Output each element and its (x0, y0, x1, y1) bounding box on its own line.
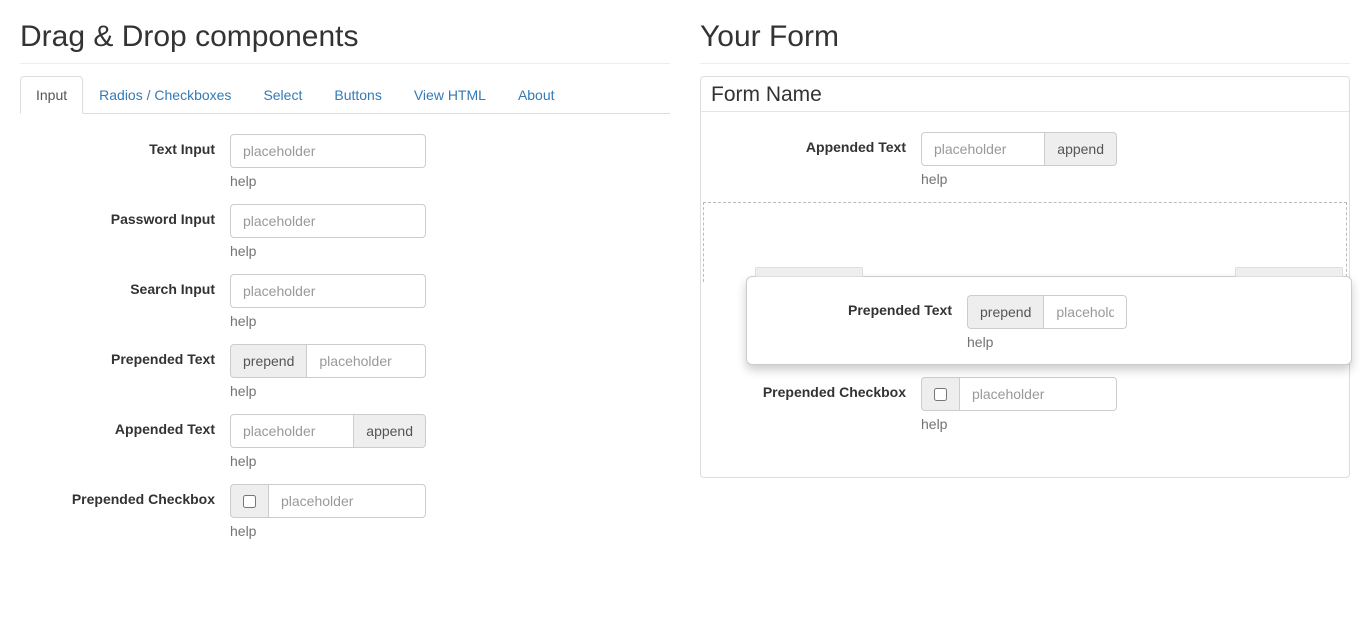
form-prechk-help: help (921, 416, 1339, 432)
prepended-checkbox-box[interactable] (243, 495, 256, 508)
search-input-help: help (230, 313, 670, 329)
form-field-prepended-checkbox[interactable]: Prepended Checkbox help (701, 377, 1349, 432)
dragging-prepended-text[interactable]: Prepended Text prepend help (746, 276, 1352, 365)
component-prepended-text[interactable]: Prepended Text prepend help (20, 344, 670, 399)
text-input-field[interactable] (230, 134, 426, 168)
form-appended-text-help: help (921, 171, 1339, 187)
password-input-field[interactable] (230, 204, 426, 238)
prepended-checkbox-addon (230, 484, 268, 518)
dragging-prepended-field[interactable] (1043, 295, 1127, 329)
form-appended-text-field[interactable] (921, 132, 1045, 166)
form-appended-text-label: Appended Text (711, 132, 921, 187)
appended-text-help: help (230, 453, 670, 469)
appended-text-field[interactable] (230, 414, 354, 448)
tab-radios[interactable]: Radios / Checkboxes (83, 76, 247, 114)
prepended-checkbox-label: Prepended Checkbox (20, 484, 230, 539)
form-drop-target[interactable]: Form Name Appended Text append help Prep… (700, 76, 1350, 478)
form-prechk-label: Prepended Checkbox (711, 377, 921, 432)
search-input-label: Search Input (20, 274, 230, 329)
tab-about[interactable]: About (502, 76, 571, 114)
component-appended-text[interactable]: Appended Text append help (20, 414, 670, 469)
dragging-prepended-addon: prepend (967, 295, 1043, 329)
component-tabs: Input Radios / Checkboxes Select Buttons… (20, 76, 670, 114)
component-password-input[interactable]: Password Input help (20, 204, 670, 259)
components-title: Drag & Drop components (20, 20, 670, 64)
dragging-prepended-help: help (967, 334, 1341, 350)
your-form-title: Your Form (700, 20, 1350, 64)
dragging-prepended-label: Prepended Text (757, 295, 967, 350)
appended-text-label: Appended Text (20, 414, 230, 469)
text-input-help: help (230, 173, 670, 189)
prepended-text-label: Prepended Text (20, 344, 230, 399)
tab-buttons[interactable]: Buttons (318, 76, 397, 114)
search-input-field[interactable] (230, 274, 426, 308)
prepended-text-field[interactable] (306, 344, 426, 378)
tab-viewhtml[interactable]: View HTML (398, 76, 502, 114)
form-prechk-addon (921, 377, 959, 411)
form-name-legend[interactable]: Form Name (701, 77, 1349, 112)
component-prepended-checkbox[interactable]: Prepended Checkbox help (20, 484, 670, 539)
password-input-help: help (230, 243, 670, 259)
form-field-appended-text[interactable]: Appended Text append help (701, 132, 1349, 187)
prepended-text-help: help (230, 383, 670, 399)
prepended-text-addon: prepend (230, 344, 306, 378)
password-input-label: Password Input (20, 204, 230, 259)
text-input-label: Text Input (20, 134, 230, 189)
form-prechk-box[interactable] (934, 388, 947, 401)
component-search-input[interactable]: Search Input help (20, 274, 670, 329)
component-text-input[interactable]: Text Input help (20, 134, 670, 189)
form-prechk-field[interactable] (959, 377, 1117, 411)
appended-text-addon: append (354, 414, 426, 448)
tab-input[interactable]: Input (20, 76, 83, 114)
tab-select[interactable]: Select (247, 76, 318, 114)
form-appended-text-addon: append (1045, 132, 1117, 166)
prepended-checkbox-help: help (230, 523, 670, 539)
prepended-checkbox-field[interactable] (268, 484, 426, 518)
